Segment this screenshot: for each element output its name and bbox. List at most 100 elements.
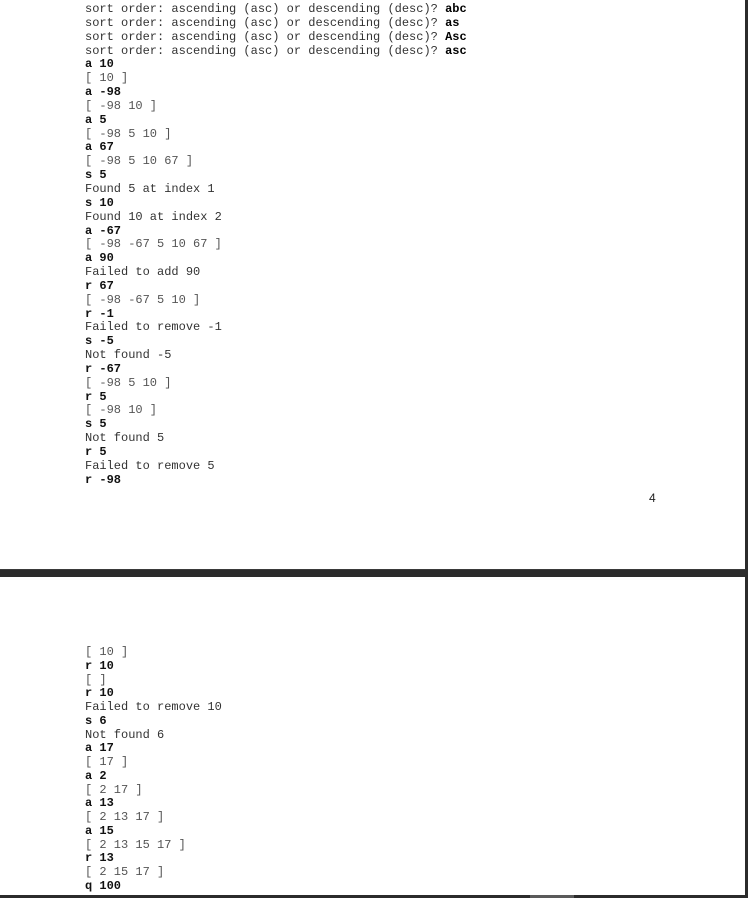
prompt-line: sort order: ascending (asc) or descendin… (85, 15, 467, 31)
array-output-line-text: [ 10 ] (85, 71, 129, 86)
command-line: s 10 (85, 195, 467, 211)
array-output-line: [ -98 5 10 67 ] (85, 154, 467, 169)
command-line: a -67 (85, 223, 467, 239)
array-output-line: [ 10 ] (85, 71, 467, 86)
array-output-line: [ -98 5 10 ] (85, 375, 467, 391)
command-line-text: a -98 (85, 85, 122, 100)
command-line: a 13 (85, 797, 222, 811)
array-output-line: [ -98 10 ] (85, 404, 467, 418)
command-line-text: r 5 (85, 389, 107, 404)
command-line-text: q 100 (85, 879, 122, 894)
array-output-line: [ -98 10 ] (85, 98, 467, 114)
command-line-text: a -67 (85, 223, 122, 238)
array-output-line-text: [ 2 17 ] (85, 782, 143, 797)
command-line-text: s -5 (85, 334, 114, 349)
command-line-text: r -98 (85, 472, 122, 487)
command-line: r 67 (85, 278, 467, 294)
message-line: Failed to add 90 (85, 265, 467, 280)
command-line-text: r 5 (85, 445, 107, 459)
command-line-text: s 10 (85, 195, 114, 210)
array-output-line-text: [ -98 -67 5 10 67 ] (85, 237, 222, 252)
prompt-text: sort order: ascending (asc) or descendin… (85, 15, 446, 30)
array-output-line-text: [ 17 ] (85, 755, 129, 770)
array-output-line-text: [ -98 5 10 ] (85, 126, 172, 141)
command-line-text: a 17 (85, 741, 114, 756)
message-line: Failed to remove -1 (85, 320, 467, 335)
message-line-text: Not found 6 (85, 727, 165, 742)
prompt-line: sort order: ascending (asc) or descendin… (85, 2, 467, 17)
message-line-text: Failed to remove 5 (85, 458, 215, 473)
message-line: Not found 5 (85, 431, 467, 446)
prompt-line: sort order: ascending (asc) or descendin… (85, 29, 467, 45)
command-line: r 13 (85, 852, 222, 866)
message-line-text: Failed to remove 10 (85, 700, 222, 715)
command-line-text: a 5 (85, 112, 107, 127)
command-line: r 10 (85, 658, 222, 674)
array-output-line-text: [ -98 5 10 67 ] (85, 154, 194, 169)
array-output-line-text: [ 2 13 17 ] (85, 810, 165, 825)
array-output-line-text: [ ] (85, 672, 107, 687)
array-output-line: [ 2 13 15 17 ] (85, 837, 222, 853)
command-line-text: a 10 (85, 57, 114, 72)
message-line-text: Not found -5 (85, 348, 172, 363)
command-line-text: r -1 (85, 306, 114, 321)
command-line: a 90 (85, 251, 467, 266)
command-line-text: r 13 (85, 851, 114, 866)
array-output-line: [ 2 17 ] (85, 782, 222, 798)
array-output-line-text: [ -98 10 ] (85, 403, 158, 418)
command-line-text: s 5 (85, 168, 107, 183)
console-output-top: sort order: ascending (asc) or descendin… (85, 2, 467, 488)
message-line-text: Failed to add 90 (85, 265, 201, 280)
command-line: r -67 (85, 361, 467, 377)
command-line: a 10 (85, 57, 467, 72)
array-output-line-text: [ -98 10 ] (85, 98, 158, 113)
message-line-text: Failed to remove -1 (85, 320, 222, 335)
command-line-text: a 15 (85, 823, 114, 838)
command-line-text: a 67 (85, 140, 114, 155)
console-output-bottom: [ 10 ] r 10[ ] r 10 Failed to remove 10 s 6N… (85, 645, 222, 894)
command-line: s 6 (85, 713, 222, 729)
command-line: a 17 (85, 741, 222, 756)
command-line-text: r -67 (85, 361, 122, 376)
command-line: a 2 (85, 768, 222, 784)
prompt-text: sort order: ascending (asc) or descendin… (85, 2, 446, 16)
command-line-text: a 13 (85, 796, 114, 811)
prompt-text: sort order: ascending (asc) or descendin… (85, 29, 446, 44)
command-line-text: r 10 (85, 658, 114, 673)
command-line-text: a 2 (85, 768, 107, 783)
document-page-4: sort order: ascending (asc) or descendin… (0, 0, 745, 569)
command-line: r 5 (85, 389, 467, 405)
command-line: s 5 (85, 417, 467, 432)
message-line: Not found -5 (85, 348, 467, 363)
page-number: 4 (649, 491, 656, 505)
message-line: Failed to remove 10 (85, 700, 222, 715)
command-line-text: r 67 (85, 278, 114, 293)
command-line: r -1 (85, 306, 467, 322)
array-output-line: [ -98 -67 5 10 67 ] (85, 237, 467, 252)
user-answer: Asc (445, 29, 467, 44)
document-page-5: [ 10 ] r 10[ ] r 10 Failed to remove 10 s 6N… (0, 577, 745, 895)
command-line: a 5 (85, 112, 467, 128)
message-line-text: Not found 5 (85, 431, 165, 446)
array-output-line-text: [ 10 ] (85, 645, 129, 659)
array-output-line-text: [ -98 -67 5 10 ] (85, 292, 201, 307)
command-line: r -98 (85, 472, 467, 488)
message-line-text: Found 10 at index 2 (85, 209, 222, 224)
array-output-line: [ -98 -67 5 10 ] (85, 292, 467, 308)
command-line-text: s 6 (85, 713, 107, 728)
message-line-text: Found 5 at index 1 (85, 181, 215, 196)
user-answer: abc (445, 2, 467, 16)
array-output-line: [ -98 5 10 ] (85, 126, 467, 142)
command-line: a -98 (85, 85, 467, 100)
array-output-line-text: [ 2 13 15 17 ] (85, 837, 186, 852)
document-viewer: sort order: ascending (asc) or descendin… (0, 0, 748, 898)
array-output-line-text: [ -98 5 10 ] (85, 375, 172, 390)
array-output-line: [ 2 15 17 ] (85, 865, 222, 880)
page-separator (0, 569, 748, 577)
prompt-line: sort order: ascending (asc) or descendin… (85, 44, 467, 59)
command-line-text: s 5 (85, 417, 107, 432)
message-line: Found 5 at index 1 (85, 181, 467, 197)
message-line: Found 10 at index 2 (85, 209, 467, 225)
command-line: s 5 (85, 168, 467, 183)
array-output-line: [ ] (85, 672, 222, 688)
